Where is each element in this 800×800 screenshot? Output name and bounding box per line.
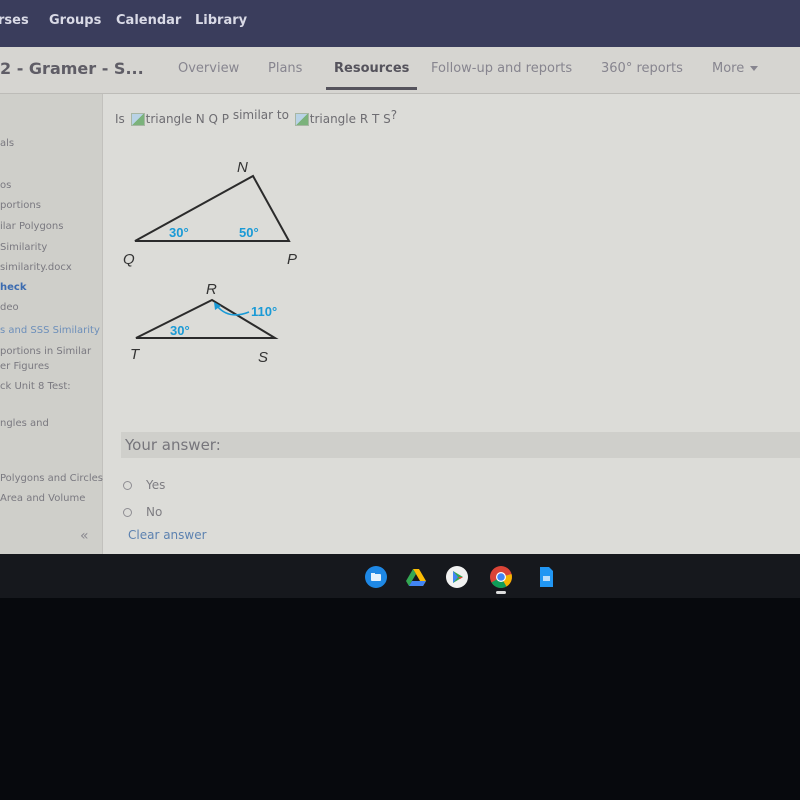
vertex-label-q: Q <box>123 251 135 268</box>
question-suffix: ? <box>390 108 398 122</box>
tab-follow-up-and-reports[interactable]: Follow-up and reports <box>431 61 572 76</box>
question-panel: Is triangle N Q P similar to triangle R … <box>103 94 800 554</box>
sidebar-item[interactable]: Similarity <box>0 242 47 253</box>
vertex-label-t: T <box>130 346 141 363</box>
sidebar-item[interactable]: os <box>0 180 11 191</box>
vertex-label-n: N <box>237 159 248 176</box>
google-drive-icon[interactable] <box>405 566 427 588</box>
question-text: Is triangle N Q P similar to triangle R … <box>115 108 397 126</box>
app-shelf <box>0 554 800 598</box>
vertex-label-r: R <box>206 281 217 298</box>
option-yes[interactable]: Yes <box>123 478 165 492</box>
top-navigation: rses Groups Calendar Library <box>0 0 800 47</box>
active-app-indicator <box>496 591 506 594</box>
sidebar-item[interactable]: s and SSS Similarity <box>0 325 100 336</box>
nav-calendar[interactable]: Calendar <box>116 13 181 28</box>
course-tab-bar: 2 - Gramer - S... Overview Plans Resourc… <box>0 47 800 94</box>
sidebar-item[interactable]: deo <box>0 302 19 313</box>
vertex-label-s: S <box>258 349 268 366</box>
sidebar-item[interactable]: ilar Polygons <box>0 221 63 232</box>
vertex-label-p: P <box>287 251 297 268</box>
tab-resources[interactable]: Resources <box>325 61 418 90</box>
broken-image-icon <box>294 113 309 126</box>
tab-more[interactable]: More <box>712 61 759 76</box>
angle-label-t: 30° <box>170 323 190 338</box>
tab-360-reports[interactable]: 360° reports <box>601 61 683 76</box>
sidebar-item[interactable]: portions in Similar <box>0 346 91 357</box>
tab-plans[interactable]: Plans <box>268 61 302 76</box>
course-title: 2 - Gramer - S... <box>0 59 144 78</box>
sidebar-item[interactable]: er Figures <box>0 361 49 372</box>
chrome-icon[interactable] <box>490 566 512 588</box>
nav-courses[interactable]: rses <box>0 13 29 28</box>
angle-label-q: 30° <box>169 225 189 240</box>
sidebar-item[interactable]: portions <box>0 200 41 211</box>
collapse-sidebar-button[interactable]: « <box>80 528 89 544</box>
angle-label-p: 50° <box>239 225 259 240</box>
answer-label: Your answer: <box>125 436 221 454</box>
sidebar-item-active[interactable]: heck <box>0 282 26 293</box>
image-alt-triangle-rts: triangle R T S <box>309 112 391 126</box>
sidebar-item[interactable]: ck Unit 8 Test: <box>0 381 71 392</box>
option-label: Yes <box>146 478 166 492</box>
answer-header: Your answer: <box>121 432 800 458</box>
google-docs-icon[interactable] <box>535 566 557 588</box>
sidebar-item[interactable]: Polygons and Circles <box>0 473 103 484</box>
sidebar: als os portions ilar Polygons Similarity… <box>0 94 103 554</box>
radio-button[interactable] <box>123 481 132 490</box>
option-no[interactable]: No <box>123 505 162 519</box>
nav-library[interactable]: Library <box>195 13 247 28</box>
question-prefix: Is <box>115 112 125 126</box>
chevron-down-icon <box>750 66 759 71</box>
triangle-nqp <box>134 174 291 242</box>
tab-more-label: More <box>712 61 745 76</box>
angle-label-r: 110° <box>251 304 277 319</box>
question-middle: similar to <box>232 108 289 122</box>
sidebar-item[interactable]: als <box>0 138 14 149</box>
tab-overview[interactable]: Overview <box>178 61 239 76</box>
option-label: No <box>146 505 163 519</box>
image-alt-triangle-nqp: triangle N Q P <box>145 112 229 126</box>
triangle-figure: N Q P 30° 50° R T S 30° 110° <box>123 159 297 366</box>
sidebar-item[interactable]: Area and Volume <box>0 493 85 504</box>
broken-image-icon <box>130 113 145 126</box>
radio-button[interactable] <box>123 508 132 517</box>
play-store-icon[interactable] <box>446 566 468 588</box>
sidebar-item[interactable]: similarity.docx <box>0 262 72 273</box>
files-icon[interactable] <box>365 566 387 588</box>
sidebar-item[interactable]: ngles and <box>0 418 49 429</box>
nav-groups[interactable]: Groups <box>49 13 101 28</box>
clear-answer-link[interactable]: Clear answer <box>128 528 207 542</box>
